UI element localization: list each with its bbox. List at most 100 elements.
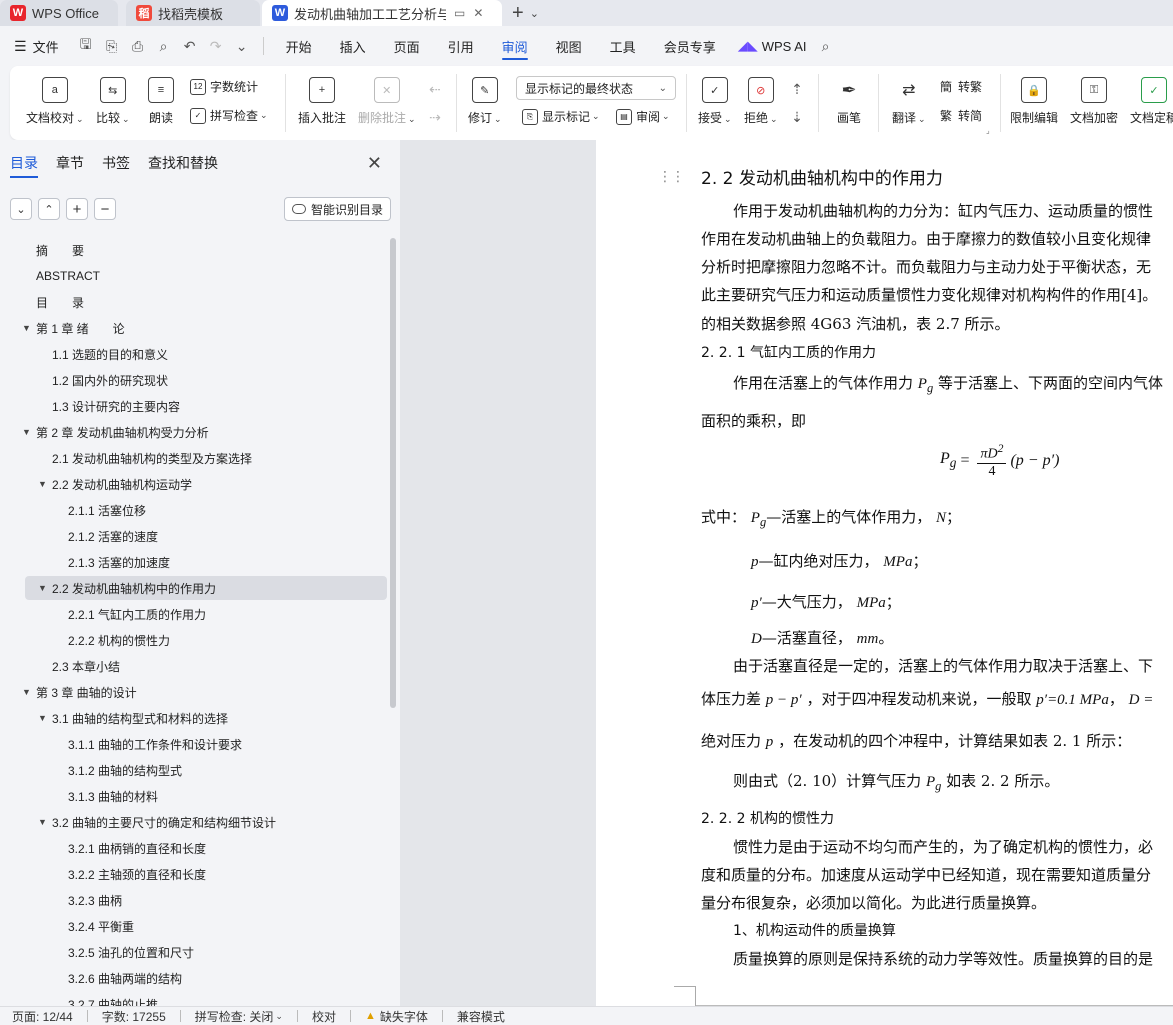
insert-comment-button[interactable]: + 插入批注	[298, 77, 346, 126]
save-icon[interactable]: 🖫	[73, 33, 99, 59]
document-page[interactable]: ⋮⋮ 2. 2 发动机曲轴机构中的作用力 作用于发动机曲轴机构的力分为：缸内气压…	[596, 140, 1173, 1006]
toc-item[interactable]: 1.1 选题的目的和意义	[52, 343, 168, 365]
print-preview-icon[interactable]: ⌕	[151, 33, 177, 59]
tab-bookmarks[interactable]: 书签	[102, 140, 130, 186]
search-icon[interactable]: ⌕	[813, 33, 839, 59]
file-menu[interactable]: ☰ 文件	[14, 37, 59, 56]
reject-button[interactable]: ⊘ 拒绝 ⌄	[744, 77, 778, 126]
quick-access-more-icon[interactable]: ⌄	[229, 33, 255, 59]
toc-item[interactable]: ▼ 3.1 曲轴的结构型式和材料的选择	[38, 707, 228, 729]
toc-item[interactable]: 3.2.2 主轴颈的直径和长度	[68, 863, 206, 885]
missing-font-indicator[interactable]: ▲ 缺失字体	[365, 1008, 428, 1025]
print-icon[interactable]: ⎙	[125, 33, 151, 59]
menu-references[interactable]: 引用	[434, 26, 488, 66]
spell-check-indicator[interactable]: 拼写检查: 关闭 ⌄	[195, 1008, 283, 1025]
tab-chapters[interactable]: 章节	[56, 140, 84, 186]
doc-encrypt-button[interactable]: ⚿ 文档加密	[1070, 77, 1118, 126]
doc-proof-button[interactable]: a 文档校对 ⌄	[26, 77, 84, 126]
spell-check-button[interactable]: ✓ 拼写检查 ⌄	[190, 107, 268, 124]
proof-indicator[interactable]: 校对	[312, 1008, 336, 1025]
toc-scrollbar[interactable]	[390, 238, 396, 708]
toc-item[interactable]: ▼ 第 1 章 绪 论	[22, 317, 125, 339]
restrict-edit-button[interactable]: 🔒 限制编辑	[1010, 77, 1058, 126]
toc-item[interactable]: 2.1.1 活塞位移	[68, 499, 146, 521]
word-count-button[interactable]: 12 字数统计	[190, 78, 258, 95]
toc-item[interactable]: 2.3 本章小结	[52, 655, 120, 677]
tab-wps-office[interactable]: W WPS Office	[0, 0, 118, 26]
toc-item-current[interactable]: ▼ 2.2 发动机曲轴机构中的作用力	[38, 577, 216, 599]
toc-item[interactable]: 目 录	[36, 291, 84, 313]
expanded-arrow-icon[interactable]: ▼	[38, 817, 52, 827]
expanded-arrow-icon[interactable]: ▼	[22, 323, 36, 333]
word-count-indicator[interactable]: 字数: 17255	[102, 1008, 166, 1025]
toc-item[interactable]: 2.1.2 活塞的速度	[68, 525, 158, 547]
expanded-arrow-icon[interactable]: ▼	[38, 713, 52, 723]
accept-button[interactable]: ✓ 接受 ⌄	[698, 77, 732, 126]
expanded-arrow-icon[interactable]: ▼	[38, 583, 52, 593]
toc-item[interactable]: 3.1.3 曲轴的材料	[68, 785, 158, 807]
toc-item[interactable]: 摘 要	[36, 239, 84, 261]
menu-view[interactable]: 视图	[542, 26, 596, 66]
toc-item[interactable]: 3.2.4 平衡重	[68, 915, 134, 937]
toc-item[interactable]: ▼ 2.2 发动机曲轴机构运动学	[38, 473, 192, 495]
previous-change-icon[interactable]: ⇡	[784, 76, 810, 102]
page-indicator[interactable]: 页面: 12/44	[12, 1008, 73, 1025]
wps-ai-button[interactable]: ◢◣ WPS AI	[738, 38, 807, 54]
collapse-up-icon[interactable]: ⌃	[38, 198, 60, 220]
chevron-down-icon[interactable]: ⌄	[530, 0, 539, 26]
new-tab-icon[interactable]: +	[512, 0, 524, 26]
toc-item[interactable]: ▼ 3.2 曲轴的主要尺寸的确定和结构细节设计	[38, 811, 276, 833]
toc-item[interactable]: 2.1 发动机曲轴机构的类型及方案选择	[52, 447, 252, 469]
menu-member[interactable]: 会员专享	[650, 26, 730, 66]
toc-item[interactable]: 2.1.3 活塞的加速度	[68, 551, 170, 573]
menu-home[interactable]: 开始	[272, 26, 326, 66]
toc-item[interactable]: 3.2.3 曲柄	[68, 889, 122, 911]
expanded-arrow-icon[interactable]: ▼	[38, 479, 52, 489]
export-icon[interactable]: ⎘	[99, 33, 125, 59]
doc-final-button[interactable]: ✓ 文档定稿	[1130, 77, 1173, 126]
to-simplified-button[interactable]: 繁 转简	[938, 107, 982, 124]
smart-toc-button[interactable]: 智能识别目录	[284, 197, 392, 221]
tab-find-replace[interactable]: 查找和替换	[148, 140, 218, 186]
toc-item[interactable]: ▼ 第 2 章 发动机曲轴机构受力分析	[22, 421, 209, 443]
toc-item[interactable]: 3.2.1 曲柄销的直径和长度	[68, 837, 206, 859]
toc-item[interactable]: 3.2.7 曲轴的止推	[68, 993, 158, 1007]
undo-icon[interactable]: ↶	[177, 33, 203, 59]
remove-heading-icon[interactable]: −	[94, 198, 116, 220]
ribbon-group-expand-icon[interactable]: ⌟	[986, 126, 990, 135]
toc-item[interactable]: 1.3 设计研究的主要内容	[52, 395, 180, 417]
tab-toc[interactable]: 目录	[10, 140, 38, 186]
menu-tools[interactable]: 工具	[596, 26, 650, 66]
compare-button[interactable]: ⇆ 比较 ⌄	[96, 77, 130, 126]
expand-down-icon[interactable]: ⌄	[10, 198, 32, 220]
drag-handle-icon[interactable]: ⋮⋮	[658, 168, 685, 185]
close-tab-icon[interactable]: ✕	[473, 6, 483, 20]
monitor-icon[interactable]: ▭	[454, 6, 465, 20]
toc-item[interactable]: 3.2.6 曲轴两端的结构	[68, 967, 182, 989]
toc-item[interactable]: 3.1.2 曲轴的结构型式	[68, 759, 182, 781]
toc-item[interactable]: 3.1.1 曲轴的工作条件和设计要求	[68, 733, 242, 755]
review-pane-button[interactable]: ▤ 审阅 ⌄	[616, 108, 670, 125]
tab-docer-templates[interactable]: 稻 找稻壳模板	[126, 0, 260, 26]
previous-comment-icon[interactable]: ⇠	[422, 76, 448, 102]
redo-icon[interactable]: ↷	[203, 33, 229, 59]
close-icon[interactable]: ✕	[367, 153, 382, 174]
next-comment-icon[interactable]: ⇢	[422, 104, 448, 130]
markup-state-select[interactable]: 显示标记的最终状态 ⌄	[516, 76, 676, 100]
toc-item[interactable]: ▼ 第 3 章 曲轴的设计	[22, 681, 137, 703]
expanded-arrow-icon[interactable]: ▼	[22, 427, 36, 437]
menu-review[interactable]: 审阅	[488, 26, 542, 66]
pen-button[interactable]: ✒ 画笔	[836, 77, 862, 126]
add-heading-icon[interactable]: +	[66, 198, 88, 220]
read-aloud-button[interactable]: ≡ 朗读	[148, 77, 174, 126]
menu-page[interactable]: 页面	[380, 26, 434, 66]
toc-item[interactable]: 3.2.5 油孔的位置和尺寸	[68, 941, 194, 963]
expanded-arrow-icon[interactable]: ▼	[22, 687, 36, 697]
toc-item[interactable]: 1.2 国内外的研究现状	[52, 369, 168, 391]
next-change-icon[interactable]: ⇣	[784, 104, 810, 130]
tab-current-document[interactable]: W 发动机曲轴加工工艺分析与设计 ▭ ✕	[262, 0, 502, 26]
toc-item[interactable]: ABSTRACT	[36, 265, 100, 287]
translate-button[interactable]: ⇄ 翻译 ⌄	[892, 77, 926, 126]
to-traditional-button[interactable]: 簡 转繁	[938, 78, 982, 95]
menu-insert[interactable]: 插入	[326, 26, 380, 66]
